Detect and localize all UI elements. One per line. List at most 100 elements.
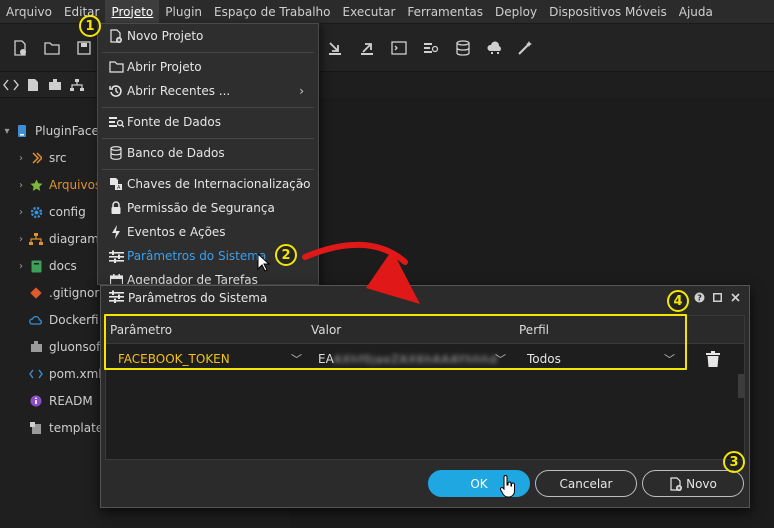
parameter-value-prefix: EA (318, 352, 334, 366)
folder-icon (108, 59, 124, 75)
menu-item-novo-projeto[interactable]: Novo Projeto (98, 24, 318, 48)
menu-separator (102, 107, 314, 108)
star-icon (28, 178, 44, 192)
dialog-title: Parâmetros do Sistema (128, 291, 268, 305)
puzzle-icon[interactable] (46, 76, 64, 94)
menu-item-label: Banco de Dados (127, 146, 225, 160)
chevron-right-icon[interactable]: › (14, 261, 28, 272)
menu-arquivo[interactable]: Arquivo (0, 0, 58, 24)
magic-wand-icon[interactable] (516, 39, 534, 57)
code-icon[interactable] (2, 76, 20, 94)
table-header: Parâmetro Valor Perfil (106, 316, 744, 344)
project-explorer: ▾ PluginFace › src › Arquivos › config ›… (0, 98, 103, 528)
column-header-perfil: Perfil (519, 323, 550, 337)
column-header-parametro: Parâmetro (110, 323, 173, 337)
menu-item-label: Parâmetros do Sistema (127, 249, 267, 263)
download-icon[interactable] (326, 39, 344, 57)
tree-root[interactable]: ▾ PluginFace (0, 120, 100, 142)
menu-item-label: Permissão de Segurança (127, 201, 275, 215)
menu-item-label: Eventos e Ações (127, 225, 226, 239)
menu-projeto[interactable]: Projeto (105, 0, 160, 24)
menu-item-agendador-de-tarefas[interactable]: Agendador de Tarefas (98, 268, 318, 285)
hierarchy-icon[interactable] (68, 76, 86, 94)
chevron-right-icon[interactable]: › (14, 180, 28, 191)
chevron-down-icon: ﹀ (495, 353, 506, 366)
new-button[interactable]: Novo (642, 470, 744, 497)
database-icon (108, 145, 124, 161)
data-search-icon[interactable] (422, 39, 440, 57)
cancel-button[interactable]: Cancelar (535, 470, 637, 497)
chevron-down-icon: ﹀ (664, 353, 675, 366)
menu-item-banco-de-dados[interactable]: Banco de Dados (98, 141, 318, 165)
tree-item-label: .gitignor (49, 286, 100, 300)
tree-item-label: READM (49, 394, 93, 408)
mouse-pointer-icon (257, 253, 271, 272)
column-header-valor: Valor (311, 323, 342, 337)
menu-item-label: Agendador de Tarefas (127, 273, 258, 285)
chevron-right-icon: › (299, 84, 304, 98)
trash-icon[interactable] (706, 351, 720, 367)
menu-ajuda[interactable]: Ajuda (673, 0, 719, 24)
menu-item-abrir-projeto[interactable]: Abrir Projeto (98, 55, 318, 79)
new-file-icon (669, 476, 683, 491)
profile-select[interactable]: Todos ﹀ (527, 347, 681, 371)
annotation-badge-3: 3 (723, 451, 745, 473)
chevron-right-icon[interactable]: › (14, 153, 28, 164)
sliders-icon (108, 248, 124, 264)
menu-separator (102, 138, 314, 139)
profile-value: Todos (527, 352, 561, 366)
menu-dispositivos-moveis[interactable]: Dispositivos Móveis (543, 0, 673, 24)
menu-item-fonte-de-dados[interactable]: Fonte de Dados (98, 110, 318, 134)
table-row: FACEBOOK_TOKEN ﹀ EA AXhf0jaeZAX6hAAAYhhh… (106, 344, 745, 398)
annotation-badge-4: 4 (667, 290, 689, 312)
menu-item-label: Novo Projeto (127, 29, 204, 43)
database-icon[interactable] (454, 39, 472, 57)
menu-item-chaves-de-internacionalizacao[interactable]: A Chaves de Internacionalização › (98, 172, 318, 196)
project-icon (14, 124, 30, 138)
open-folder-icon[interactable] (43, 39, 61, 57)
menu-item-abrir-recentes[interactable]: Abrir Recentes ... › (98, 79, 318, 103)
close-icon[interactable] (729, 290, 741, 304)
menu-item-label: Abrir Projeto (127, 60, 202, 74)
chevron-down-icon[interactable]: ▾ (0, 126, 14, 137)
terminal-icon[interactable] (390, 39, 408, 57)
history-icon (108, 83, 124, 99)
datasource-icon (108, 114, 124, 130)
puzzle-icon (28, 340, 44, 354)
menu-item-permissao-de-seguranca[interactable]: Permissão de Segurança (98, 196, 318, 220)
git-icon (28, 286, 44, 300)
menu-ferramentas[interactable]: Ferramentas (401, 0, 489, 24)
tree-item-label: Arquivos (49, 178, 102, 192)
chevron-right-icon[interactable]: › (14, 207, 28, 218)
new-file-icon[interactable] (11, 39, 29, 57)
cloud-icon (28, 313, 44, 327)
upload-icon[interactable] (358, 39, 376, 57)
save-icon[interactable] (75, 39, 93, 57)
chevron-right-icon[interactable]: › (14, 234, 28, 245)
menu-plugin[interactable]: Plugin (159, 0, 208, 24)
parameter-value-select[interactable]: EA AXhf0jaeZAX6hAAAYhhhd ﹀ (318, 347, 512, 371)
parameter-name-select[interactable]: FACEBOOK_TOKEN ﹀ (118, 347, 308, 371)
menu-item-eventos-e-acoes[interactable]: Eventos e Ações (98, 220, 318, 244)
tree-item-label: docs (49, 259, 77, 273)
dialog-titlebar[interactable]: Parâmetros do Sistema (101, 286, 749, 310)
lock-icon (108, 200, 124, 216)
cloud-icon[interactable] (486, 39, 504, 57)
tree-item-label: pom.xml (49, 367, 102, 381)
sliders-icon (109, 290, 124, 306)
maximize-icon[interactable] (711, 290, 723, 304)
menu-separator (102, 169, 314, 170)
menu-espaco-de-trabalho[interactable]: Espaço de Trabalho (208, 0, 336, 24)
lightning-icon (108, 224, 124, 240)
tree-item-label: diagram (49, 232, 99, 246)
svg-text:?: ? (697, 293, 702, 302)
menu-deploy[interactable]: Deploy (489, 0, 543, 24)
tree-item-label: src (49, 151, 67, 165)
file-icon[interactable] (24, 76, 42, 94)
help-icon[interactable]: ? (693, 290, 705, 304)
cancel-button-label: Cancelar (559, 476, 613, 491)
new-project-icon (108, 28, 124, 44)
parameters-table: Parâmetro Valor Perfil FACEBOOK_TOKEN ﹀ … (105, 315, 745, 460)
table-scrollbar[interactable] (738, 374, 745, 398)
menu-executar[interactable]: Executar (337, 0, 402, 24)
